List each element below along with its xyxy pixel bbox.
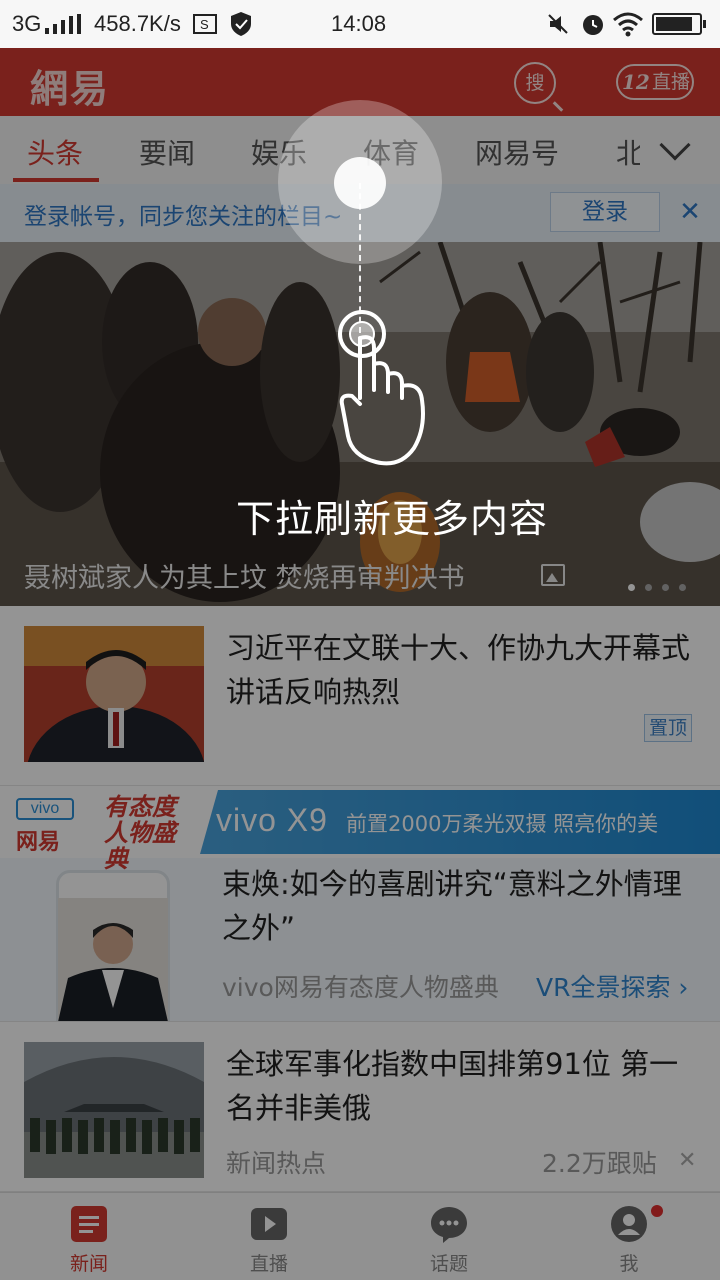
battery-level [656, 17, 692, 31]
pull-to-refresh-hint: 下拉刷新更多内容 [235, 497, 548, 541]
screenshot-icon: S [192, 12, 218, 43]
shield-icon [228, 10, 254, 45]
clock-time: 14:08 [331, 11, 387, 36]
network-speed: 458.7K/s [94, 11, 181, 36]
status-bar: 3G 458.7K/s S 14:08 [0, 0, 720, 48]
mute-icon [546, 12, 570, 43]
signal-icon [45, 14, 81, 34]
network-type: 3G [12, 11, 42, 36]
wifi-icon [612, 11, 644, 44]
battery-icon [652, 13, 706, 35]
svg-text:S: S [200, 17, 209, 32]
alarm-icon [580, 11, 606, 44]
hand-pointer-icon [338, 310, 425, 466]
